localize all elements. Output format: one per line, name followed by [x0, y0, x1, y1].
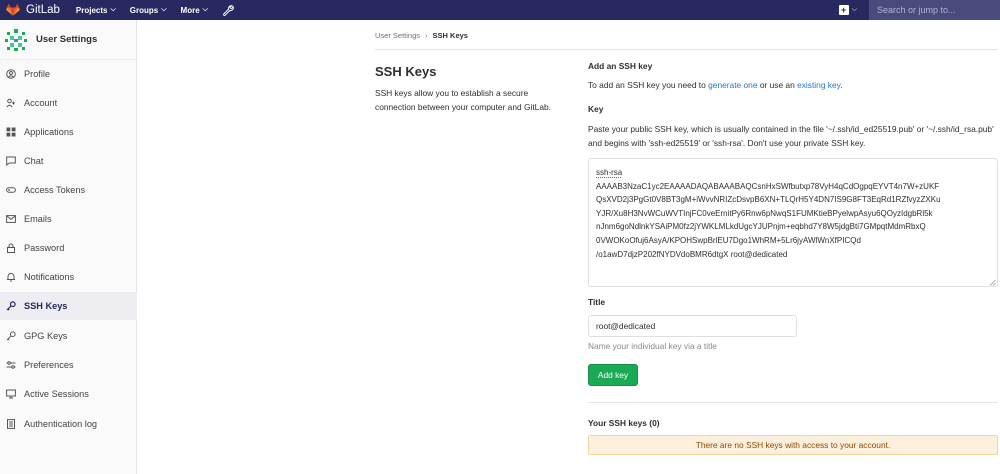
sidebar-header[interactable]: User Settings — [0, 20, 136, 60]
sidebar-item-label: Password — [24, 243, 65, 253]
key-textarea[interactable]: ssh-rsa AAAAB3NzaC1yc2EAAAADAQABAAABAQCs… — [588, 158, 998, 287]
chevron-down-icon[interactable]: ⌵ — [852, 6, 857, 14]
sidebar-item-label: Active Sessions — [24, 389, 89, 399]
sidebar-item-chat[interactable]: Chat — [0, 147, 137, 175]
sidebar-item-authentication-log[interactable]: Authentication log — [0, 410, 137, 438]
sidebar-item-label: Authentication log — [24, 419, 98, 429]
bell-icon — [5, 271, 17, 283]
breadcrumb: User Settings › SSH Keys — [375, 31, 468, 40]
key-icon — [5, 300, 17, 312]
nav-more-label: More — [180, 5, 200, 15]
gitlab-home-link[interactable]: GitLab — [6, 4, 76, 16]
generate-one-link[interactable]: generate one — [708, 80, 757, 90]
title-input[interactable] — [588, 315, 797, 337]
new-item-plus-icon[interactable]: + — [838, 5, 849, 15]
sidebar-item-label: GPG Keys — [24, 331, 68, 341]
sidebar-item-profile[interactable]: Profile — [0, 60, 137, 88]
key-line: 0VWOKoOfuj6AsyA/KPOHSwpBrlEU7Dgo1WhRM+5L… — [596, 235, 861, 245]
key-line: AAAAB3NzaC1yc2EAAAADAQABAAABAQCsnHxSWfbu… — [596, 181, 940, 191]
search-input[interactable] — [869, 0, 1000, 20]
title-help-text: Name your individual key via a title — [588, 341, 717, 351]
chevron-down-icon: ⌵ — [202, 6, 208, 13]
breadcrumb-current[interactable]: SSH Keys — [433, 31, 468, 40]
top-navbar: GitLab Projects ⌵ Groups ⌵ More ⌵ + ⌵ — [0, 0, 1000, 20]
monitor-icon — [5, 388, 17, 400]
nav-more[interactable]: More ⌵ — [181, 6, 208, 15]
token-icon — [5, 184, 17, 196]
divider — [375, 49, 998, 50]
sidebar-item-label: SSH Keys — [24, 301, 68, 311]
sidebar-title: User Settings — [36, 34, 98, 45]
account-icon — [5, 97, 17, 109]
profile-icon — [5, 68, 17, 80]
sidebar-item-label: Profile — [24, 69, 51, 79]
key-line: /o1awD7djzP202fNYDVdoBMR6dtgX root@dedic… — [596, 249, 788, 259]
sidebar-item-emails[interactable]: Emails — [0, 205, 137, 233]
sidebar-item-access-tokens[interactable]: Access Tokens — [0, 176, 137, 204]
sidebar-item-gpg-keys[interactable]: GPG Keys — [0, 322, 137, 350]
sidebar-item-label: Emails — [24, 214, 52, 224]
sidebar-item-label: Applications — [24, 127, 74, 137]
sidebar-item-preferences[interactable]: Preferences — [0, 351, 137, 379]
key-help-text: Paste your public SSH key, which is usua… — [588, 124, 994, 148]
sidebar-item-label: Access Tokens — [24, 185, 86, 195]
breadcrumb-parent[interactable]: User Settings — [375, 31, 420, 40]
key-line: YJR/Xu8H3NvWCuWVTInjFC0veErnitPy6Rnw6pNw… — [596, 208, 933, 218]
brand-name: GitLab — [26, 4, 60, 16]
resize-grip-icon[interactable] — [989, 279, 996, 286]
email-icon — [5, 213, 17, 225]
instructions-text: . — [840, 80, 843, 90]
log-icon — [5, 418, 17, 430]
nav-groups-label: Groups — [129, 5, 159, 15]
nav-groups[interactable]: Groups ⌵ — [130, 6, 167, 15]
existing-key-link[interactable]: existing key — [797, 80, 840, 90]
key-icon — [5, 330, 17, 342]
admin-wrench-icon[interactable] — [222, 4, 234, 16]
add-ssh-key-heading: Add an SSH key — [588, 61, 653, 71]
your-ssh-keys-heading: Your SSH keys (0) — [588, 418, 660, 428]
add-key-instructions: To add an SSH key you need to generate o… — [588, 80, 843, 90]
sidebar-item-active-sessions[interactable]: Active Sessions — [0, 380, 137, 408]
sidebar-item-label: Chat — [24, 156, 44, 166]
instructions-text: or use an — [757, 80, 798, 90]
chevron-down-icon: ⌵ — [161, 6, 167, 13]
gitlab-logo-icon — [6, 4, 20, 16]
sidebar-item-applications[interactable]: Applications — [0, 118, 137, 146]
sidebar-item-label: Preferences — [24, 360, 74, 370]
chevron-right-icon: › — [425, 31, 428, 40]
page-description: SSH keys allow you to establish a secure… — [375, 88, 551, 112]
instructions-text: To add an SSH key you need to — [588, 80, 709, 90]
nav-projects-label: Projects — [75, 5, 108, 15]
sliders-icon — [5, 359, 17, 371]
key-label: Key — [588, 104, 604, 114]
empty-keys-alert: There are no SSH keys with access to you… — [588, 435, 998, 455]
applications-icon — [5, 126, 17, 138]
page-title: SSH Keys — [375, 64, 437, 79]
user-avatar-icon — [5, 28, 27, 51]
sidebar-item-account[interactable]: Account — [0, 89, 137, 117]
sidebar-item-notifications[interactable]: Notifications — [0, 263, 137, 291]
settings-sidebar: User Settings Profile Account Applicatio… — [0, 20, 137, 474]
sidebar-item-label: Notifications — [24, 272, 75, 282]
divider — [588, 402, 998, 403]
sidebar-item-label: Account — [24, 98, 58, 108]
sidebar-item-password[interactable]: Password — [0, 234, 137, 262]
key-prefix: ssh-rsa — [596, 168, 623, 177]
lock-icon — [5, 242, 17, 254]
chevron-down-icon: ⌵ — [110, 6, 116, 13]
add-key-button[interactable]: Add key — [588, 364, 638, 386]
nav-projects[interactable]: Projects ⌵ — [76, 6, 116, 15]
sidebar-item-ssh-keys[interactable]: SSH Keys — [0, 292, 137, 320]
key-line: QsXVD2j3PgGt0V8BT3gM+iWvvNRIZcDsvpB6XN+T… — [596, 195, 941, 205]
title-label: Title — [588, 297, 606, 307]
chat-icon — [5, 155, 17, 167]
intro-section: SSH Keys SSH keys allow you to establish… — [375, 64, 560, 114]
key-line: nJnm6goNdlnkYSAiPM0fz2jYWKLMLkdUgcYJUPnj… — [596, 222, 926, 232]
